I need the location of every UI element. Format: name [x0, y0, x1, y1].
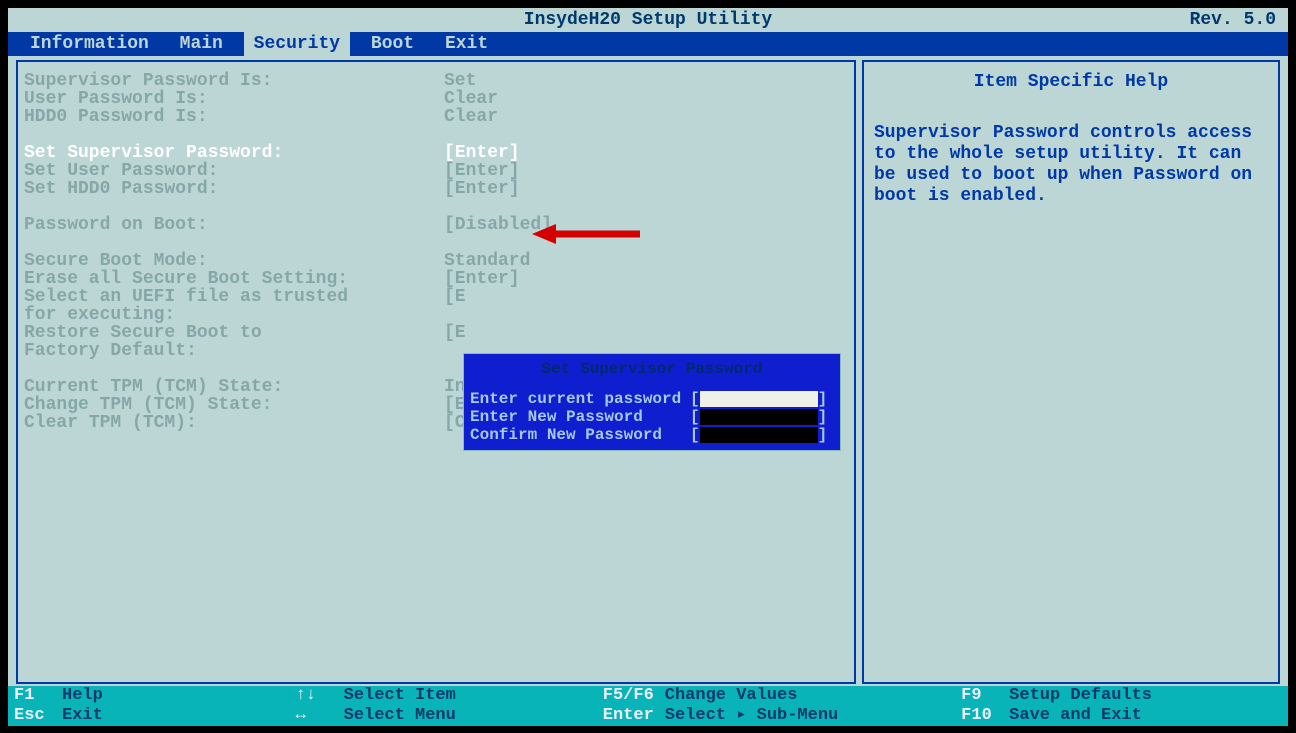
row-restore-secure-boot[interactable]: Restore Secure Boot to[E: [24, 324, 848, 342]
new-password-input[interactable]: [700, 409, 818, 425]
help-text: Supervisor Password controls access to t…: [874, 123, 1268, 207]
key-f9: F9: [961, 686, 1009, 706]
hint-select-menu: Select Menu: [344, 706, 456, 725]
title-bar: InsydeH20 Setup Utility Rev. 5.0: [8, 8, 1288, 32]
confirm-password-input[interactable]: [700, 427, 818, 443]
tab-boot[interactable]: Boot: [361, 32, 424, 56]
menu-bar[interactable]: Information Main Security Boot Exit: [8, 32, 1288, 56]
current-password-input[interactable]: [700, 391, 818, 407]
dialog-row-current: Enter current password [ ]: [470, 390, 834, 408]
key-esc: Esc: [14, 706, 62, 726]
help-title: Item Specific Help: [874, 72, 1268, 93]
key-updown: ↑↓: [296, 686, 344, 706]
set-supervisor-password-dialog: Set Supervisor Password Enter current pa…: [463, 353, 841, 451]
key-f1: F1: [14, 686, 62, 706]
key-f5f6: F5/F6: [603, 686, 665, 706]
revision-label: Rev. 5.0: [1190, 8, 1276, 32]
row-user-password-is: User Password Is:Clear: [24, 90, 848, 108]
row-secure-boot-mode[interactable]: Secure Boot Mode:Standard: [24, 252, 848, 270]
tab-security[interactable]: Security: [244, 32, 350, 56]
footer-bar: F1Help EscExit ↑↓Select Item ↔Select Men…: [8, 686, 1288, 726]
key-leftright: ↔: [296, 706, 344, 726]
hint-change-values: Change Values: [665, 686, 798, 705]
tab-information[interactable]: Information: [20, 32, 159, 56]
hint-setup-defaults: Setup Defaults: [1009, 686, 1152, 705]
row-hdd0-password-is: HDD0 Password Is:Clear: [24, 108, 848, 126]
key-f10: F10: [961, 706, 1009, 726]
dialog-title: Set Supervisor Password: [464, 354, 840, 390]
row-password-on-boot[interactable]: Password on Boot:[Disabled]: [24, 216, 848, 234]
row-select-uefi-file[interactable]: Select an UEFI file as trusted[E: [24, 288, 848, 306]
hint-save-exit: Save and Exit: [1009, 706, 1142, 725]
app-title: InsydeH20 Setup Utility: [8, 8, 1288, 32]
help-pane: Item Specific Help Supervisor Password c…: [862, 60, 1280, 684]
tab-exit[interactable]: Exit: [435, 32, 498, 56]
hint-exit: Exit: [62, 706, 103, 725]
row-supervisor-password-is: Supervisor Password Is:Set: [24, 72, 848, 90]
tab-main[interactable]: Main: [170, 32, 233, 56]
dialog-row-confirm: Confirm New Password [ ]: [470, 426, 834, 444]
key-enter: Enter: [603, 706, 665, 726]
hint-select-item: Select Item: [344, 686, 456, 705]
row-select-uefi-file-2: for executing:: [24, 306, 848, 324]
bios-screen: InsydeH20 Setup Utility Rev. 5.0 Informa…: [8, 8, 1288, 726]
row-set-user-password[interactable]: Set User Password:[Enter]: [24, 162, 848, 180]
dialog-row-new: Enter New Password [ ]: [470, 408, 834, 426]
work-area: Supervisor Password Is:Set User Password…: [8, 56, 1288, 684]
hint-submenu: Select ▸ Sub-Menu: [665, 706, 838, 725]
row-set-hdd0-password[interactable]: Set HDD0 Password:[Enter]: [24, 180, 848, 198]
row-erase-secure-boot[interactable]: Erase all Secure Boot Setting:[Enter]: [24, 270, 848, 288]
row-set-supervisor-password[interactable]: Set Supervisor Password:[Enter]: [24, 144, 848, 162]
hint-help: Help: [62, 686, 103, 705]
